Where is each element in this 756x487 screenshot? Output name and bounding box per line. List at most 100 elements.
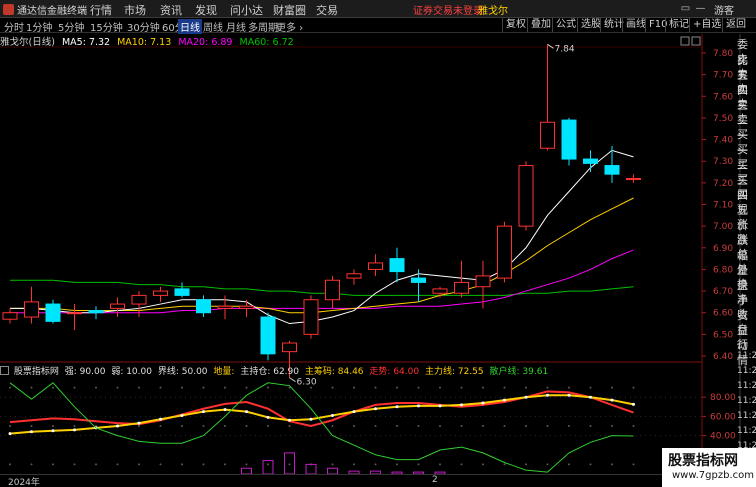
indicator-ref-dot	[73, 425, 76, 427]
indicator-ref-dot	[396, 425, 398, 427]
footer-year: 2024年	[8, 478, 40, 487]
ma60-line	[10, 279, 634, 296]
chart-settings-icon[interactable]	[691, 36, 701, 46]
indicator-ref-dot	[267, 386, 269, 389]
indicator-ref-dot	[9, 425, 11, 427]
price-tick-label: 6.70	[713, 287, 733, 297]
ind-zoushi: 走势: 64.00	[369, 367, 420, 377]
candle-body-up	[454, 281, 469, 294]
indicator-point	[481, 401, 485, 405]
indicator-ref-dot	[589, 425, 592, 427]
ma20-line	[10, 249, 634, 314]
indicator-ref-dot	[589, 386, 592, 389]
indicator-ref-dot	[460, 386, 463, 389]
candle-body-up	[368, 262, 383, 270]
indicator-ref-dot	[224, 425, 226, 427]
candle-body-down	[45, 303, 61, 322]
quote-row-label: 11:29	[737, 396, 756, 406]
indicator-ref-dot	[159, 463, 162, 466]
indicator-ref-dot	[159, 425, 162, 427]
indicator-ref-dot	[482, 463, 484, 466]
indicator-point	[51, 429, 55, 433]
ma5-line	[10, 149, 634, 325]
indicator-ref-dot	[159, 386, 162, 389]
indicator-ref-dot	[202, 386, 205, 389]
indicator-ref-dot	[245, 425, 248, 427]
indicator-axis: 80.00 60.00 40.00	[702, 393, 736, 442]
indicator-ref-dot	[525, 463, 527, 466]
indicator-point	[309, 417, 313, 421]
candle-body-up	[303, 299, 319, 335]
indicator-ref-dot	[267, 425, 269, 427]
low-annotation: 6.30	[289, 377, 317, 388]
ind-sanhuxian: 散户线: 39.61	[489, 367, 549, 377]
footer-month: 2	[432, 475, 438, 485]
ind-diliang: 地量:	[213, 367, 235, 377]
price-tick-label: 6.50	[713, 330, 733, 340]
indicator-point	[159, 417, 162, 421]
price-tick-label: 7.50	[713, 114, 733, 124]
indicator-point	[395, 405, 399, 409]
price-tick-label: 6.90	[713, 244, 733, 254]
indicator-ref-dot	[374, 463, 377, 466]
indicator-ref-dot	[611, 386, 613, 389]
indicator-ref-dot	[396, 463, 398, 466]
price-tick-label: 7.30	[713, 157, 733, 167]
indicator-ref-dot	[9, 463, 11, 466]
indicator-ref-dot	[396, 386, 398, 389]
chart-expand-icon[interactable]	[680, 36, 690, 46]
candle-body-up	[153, 290, 168, 296]
candle-body-down	[411, 277, 426, 283]
price-tick-label: 6.80	[713, 265, 733, 275]
candle-body-down	[174, 288, 190, 296]
indicator-point	[202, 410, 205, 414]
indicator-ref-dot	[568, 425, 570, 427]
indicator-ref-dot	[632, 425, 635, 427]
indicator-ref-dot	[138, 425, 140, 427]
candle-body-up	[518, 165, 534, 227]
indicator-ref-dot	[95, 386, 97, 389]
indicator-ref-dot	[546, 463, 549, 466]
indicator-ref-dot	[116, 386, 119, 389]
indicator-ref-dot	[9, 386, 11, 389]
indicator-point	[374, 407, 377, 411]
footer-timeline: 2024年 2	[0, 474, 756, 487]
indicator-name[interactable]: 股票指标网	[14, 367, 59, 377]
candle-body-down	[196, 299, 211, 314]
indicator-ref-dot	[310, 386, 312, 389]
indicator-ref-dot	[288, 463, 291, 466]
quote-row-label: 11:29	[737, 351, 756, 361]
candle-body-up	[540, 121, 555, 149]
indicator-point	[610, 398, 614, 402]
indicator-point	[137, 421, 141, 425]
indicator-tick-label: 40.00	[710, 432, 736, 442]
indicator-ref-dot	[632, 386, 635, 389]
indicator-ref-dot	[245, 386, 248, 389]
indicator-ref-dot	[525, 386, 527, 389]
indicator-ref-dot	[331, 386, 334, 389]
indicator-point	[73, 428, 76, 432]
candle-body-up	[346, 273, 362, 279]
indicator-point	[245, 410, 248, 414]
quote-row-label: 11:29	[737, 411, 756, 421]
indicator-menu-icon[interactable]	[0, 366, 9, 375]
indicator-ref-dot	[417, 463, 420, 466]
indicator-point	[567, 393, 571, 397]
indicator-point	[116, 424, 119, 428]
high-label: 7.84	[555, 44, 575, 54]
chart-canvas[interactable]: 7.80 7.70 7.60 7.50 7.40 7.30 7.20 7.10 7.00 6.90…	[0, 0, 756, 487]
indicator-point	[8, 432, 12, 436]
indicator-ref-dot	[73, 386, 76, 389]
indicator-ref-dot	[482, 425, 484, 427]
indicator-point	[331, 413, 334, 417]
indicator-point	[223, 408, 227, 412]
indicator-ref-dot	[181, 463, 183, 466]
indicator-ref-dot	[116, 463, 119, 466]
price-tick-label: 7.70	[713, 71, 733, 81]
indicator-ref-dot	[202, 463, 205, 466]
indicator-ref-dot	[374, 425, 377, 427]
indicator-ref-dot	[181, 386, 183, 389]
candle-body-up	[239, 305, 254, 309]
indicator-ref-dot	[224, 386, 226, 389]
indicator-ref-dot	[224, 463, 226, 466]
